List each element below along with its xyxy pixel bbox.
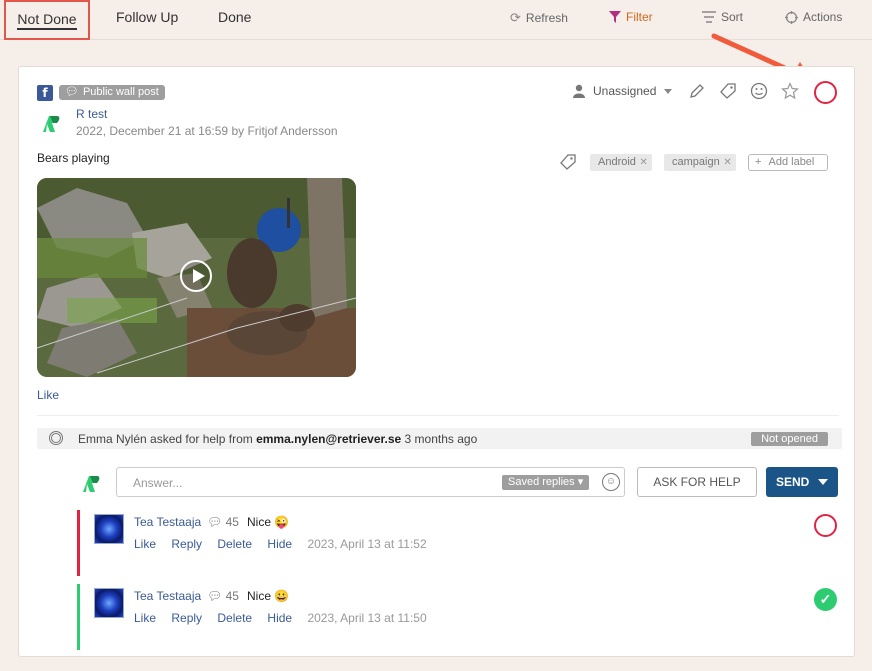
tab-done[interactable]: Done <box>218 9 251 25</box>
post-timestamp: 2022, December 21 at 16:59 by Fritjof An… <box>76 124 338 138</box>
comment-reply-link[interactable]: Reply <box>171 537 202 551</box>
avatar <box>94 514 124 544</box>
saved-replies-label: Saved replies <box>508 476 575 488</box>
help-email: emma.nylen@retriever.se <box>256 432 402 446</box>
add-label-button[interactable]: + Add label <box>748 154 828 171</box>
comment-time: 2023, April 13 at 11:50 <box>307 611 427 625</box>
help-requester: Emma Nylén asked for help from <box>78 432 253 446</box>
retriever-logo <box>83 476 100 492</box>
answer-placeholder: Answer... <box>133 476 183 490</box>
tab-not-done[interactable]: Not Done <box>4 0 90 40</box>
plus-icon: + <box>755 156 762 168</box>
comment-item: Tea Testaaja 💬︎ 45 Nice 😜 Like Reply Del… <box>77 510 842 576</box>
mark-done-button[interactable] <box>814 81 837 104</box>
sentiment-smiley-icon[interactable] <box>749 81 769 101</box>
assignee-label: Unassigned <box>593 84 657 98</box>
tab-follow-up[interactable]: Follow Up <box>116 9 178 25</box>
refresh-button[interactable]: ⟳ Refresh <box>510 10 568 26</box>
comment-count: 💬︎ 45 <box>207 589 239 603</box>
refresh-icon: ⟳ <box>510 10 521 25</box>
ask-for-help-button[interactable]: ASK FOR HELP <box>637 467 757 497</box>
avatar <box>94 588 124 618</box>
comment-like-link[interactable]: Like <box>134 537 156 551</box>
comment-delete-link[interactable]: Delete <box>217 537 252 551</box>
retriever-logo <box>43 116 60 132</box>
mark-done-button[interactable] <box>814 514 837 537</box>
send-options-chevron-icon[interactable] <box>818 479 828 485</box>
comment-item: Tea Testaaja 💬︎ 45 Nice 😀 Like Reply Del… <box>77 584 842 650</box>
saved-replies-dropdown[interactable]: Saved replies ▾ <box>502 475 590 490</box>
label-chip: Android ✕ <box>590 154 652 171</box>
refresh-label: Refresh <box>525 11 568 25</box>
speech-bubble-icon: 💬︎ <box>65 86 79 98</box>
help-when: 3 months ago <box>404 432 478 446</box>
comment-author[interactable]: Tea Testaaja <box>134 589 201 603</box>
comment-hide-link[interactable]: Hide <box>267 611 292 625</box>
filter-label: Filter <box>626 10 653 24</box>
actions-icon <box>785 10 798 24</box>
speech-bubble-icon: 💬︎ <box>207 589 223 603</box>
remove-label-icon[interactable]: ✕ <box>640 154 648 171</box>
comment-text: Nice 😜 <box>247 515 290 529</box>
filter-icon <box>609 11 621 23</box>
actions-button[interactable]: Actions <box>785 10 842 24</box>
answer-input[interactable]: Answer... Saved replies ▾ ☺ <box>116 467 625 497</box>
comment-reply-link[interactable]: Reply <box>171 611 202 625</box>
label-chip-text: Android <box>598 156 636 168</box>
emoji-picker-icon[interactable]: ☺ <box>602 473 620 491</box>
filter-button[interactable]: Filter <box>609 10 653 24</box>
comment-status-bar <box>77 510 80 576</box>
help-request-bar: Emma Nylén asked for help from emma.nyle… <box>37 428 842 449</box>
post-like-link[interactable]: Like <box>37 388 59 402</box>
comment-count-value: 45 <box>225 515 239 529</box>
send-label: SEND <box>776 475 810 489</box>
divider <box>37 415 839 416</box>
comment-count-value: 45 <box>225 589 239 603</box>
sort-icon <box>702 11 716 23</box>
tab-not-done-label: Not Done <box>17 11 77 30</box>
assignee-dropdown[interactable]: Unassigned <box>573 84 673 98</box>
post-type-badge: 💬︎ Public wall post <box>59 85 165 100</box>
comment-like-link[interactable]: Like <box>134 611 156 625</box>
done-checkmark-icon[interactable]: ✓ <box>814 588 837 611</box>
tag-icon[interactable] <box>718 81 738 101</box>
post-text: Bears playing <box>37 151 110 165</box>
add-label-text: Add label <box>768 156 815 168</box>
actions-label: Actions <box>803 10 843 24</box>
comment-hide-link[interactable]: Hide <box>267 537 292 551</box>
label-chip-text: campaign <box>672 156 720 168</box>
chevron-down-icon <box>664 88 673 94</box>
message-card: f 💬︎ Public wall post Unassigned R test … <box>18 66 855 657</box>
edit-pencil-icon[interactable] <box>687 81 707 101</box>
video-thumbnail[interactable] <box>37 178 356 377</box>
status-badge: Not opened <box>751 432 828 446</box>
label-chip: campaign ✕ <box>664 154 736 171</box>
comment-actions: Like Reply Delete Hide 2023, April 13 at… <box>134 537 439 551</box>
star-icon[interactable] <box>780 81 800 101</box>
help-request-text: Emma Nylén asked for help from emma.nyle… <box>78 432 477 446</box>
comment-text: Nice 😀 <box>247 589 290 603</box>
remove-label-icon[interactable]: ✕ <box>723 154 731 171</box>
comment-delete-link[interactable]: Delete <box>217 611 252 625</box>
chevron-down-icon: ▾ <box>577 476 584 488</box>
sort-label: Sort <box>721 10 744 24</box>
comment-count: 💬︎ 45 <box>207 515 239 529</box>
comment-status-bar <box>77 584 80 650</box>
post-type-label: Public wall post <box>82 86 159 98</box>
post-author[interactable]: R test <box>76 107 107 121</box>
speech-bubble-icon: 💬︎ <box>207 515 223 529</box>
comment-time: 2023, April 13 at 11:52 <box>307 537 427 551</box>
comment-actions: Like Reply Delete Hide 2023, April 13 at… <box>134 611 439 625</box>
sort-button[interactable]: Sort <box>702 10 743 24</box>
play-icon[interactable] <box>180 260 212 292</box>
send-button[interactable]: SEND <box>766 467 838 497</box>
label-tag-icon <box>560 154 576 173</box>
lifebuoy-icon <box>49 431 63 445</box>
user-icon <box>573 84 585 98</box>
facebook-icon: f <box>37 85 53 101</box>
comment-author[interactable]: Tea Testaaja <box>134 515 201 529</box>
